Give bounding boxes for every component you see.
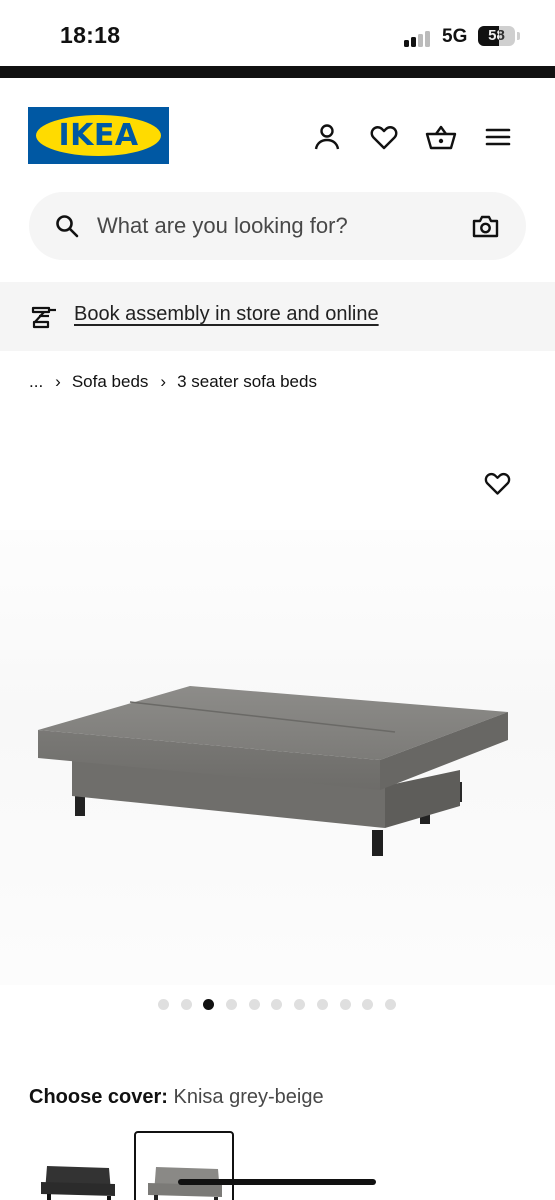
heart-icon[interactable] (484, 471, 511, 496)
product-image-gallery[interactable] (0, 410, 555, 990)
choose-cover-label: Choose cover: Knisa grey-beige (29, 1086, 324, 1109)
book-assembly-link[interactable]: Book assembly in store and online (74, 303, 379, 326)
carousel-dot[interactable] (339, 999, 351, 1010)
breadcrumb-sofa-beds[interactable]: Sofa beds (72, 372, 149, 392)
cover-value: Knisa grey-beige (173, 1086, 324, 1108)
product-image-sofa-bed (38, 686, 508, 856)
hamburger-menu-icon[interactable] (484, 122, 514, 152)
carousel-dot[interactable] (316, 999, 328, 1010)
search-icon[interactable] (55, 214, 79, 238)
battery-icon: 58 (478, 26, 515, 46)
image-carousel-dots[interactable] (158, 999, 408, 1011)
heart-icon[interactable] (369, 122, 399, 152)
carousel-dot[interactable] (384, 999, 396, 1010)
status-time: 18:18 (60, 22, 121, 48)
ikea-logo[interactable]: IKEA (28, 107, 169, 164)
search-input[interactable] (97, 211, 467, 241)
breadcrumb: ... › Sofa beds › 3 seater sofa beds (29, 370, 317, 394)
cover-label: Choose cover: (29, 1086, 168, 1108)
cover-swatch-dark-grey[interactable] (35, 1130, 137, 1200)
carousel-dot[interactable] (294, 999, 306, 1010)
chevron-right-icon: › (55, 372, 61, 391)
carousel-dot[interactable] (226, 999, 238, 1010)
carousel-dot[interactable] (248, 999, 260, 1010)
site-header: IKEA (0, 78, 555, 188)
signal-strength-icon (404, 29, 434, 47)
camera-icon[interactable] (472, 214, 499, 239)
profile-icon[interactable] (312, 122, 342, 152)
status-bar: 18:18 5G 58 (0, 0, 555, 66)
carousel-dot[interactable] (271, 999, 283, 1010)
breadcrumb-ellipsis[interactable]: ... (29, 372, 43, 392)
home-indicator[interactable] (178, 1179, 376, 1185)
carousel-dot[interactable] (158, 999, 169, 1010)
search-bar[interactable] (29, 192, 526, 260)
breadcrumb-3-seater-sofa-beds[interactable]: 3 seater sofa beds (177, 372, 317, 392)
carousel-dot[interactable] (362, 999, 374, 1010)
carousel-dot[interactable] (180, 999, 192, 1010)
chevron-right-icon: › (160, 372, 167, 391)
battery-percent: 58 (488, 27, 505, 44)
logo-text: IKEA (58, 118, 139, 153)
shopping-basket-icon[interactable] (425, 122, 457, 152)
assembly-tool-icon (30, 303, 60, 331)
cover-swatch-grey-beige[interactable] (134, 1131, 234, 1200)
carousel-dot[interactable] (203, 999, 215, 1010)
assembly-banner: Book assembly in store and online (0, 282, 555, 351)
top-divider (0, 66, 555, 78)
network-type: 5G (442, 26, 468, 47)
